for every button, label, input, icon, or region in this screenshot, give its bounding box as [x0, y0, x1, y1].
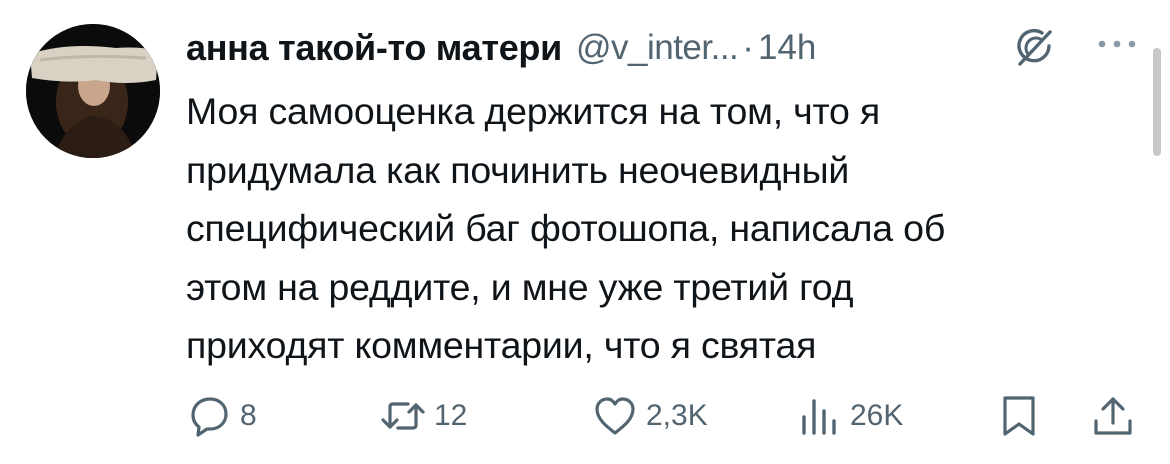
- bookmark-icon: [1003, 396, 1035, 436]
- avatar-image: [26, 24, 160, 158]
- like-count: 2,3K: [646, 399, 708, 432]
- scrollbar[interactable]: [1153, 48, 1161, 156]
- views-count: 26K: [850, 399, 904, 432]
- bookmark-button[interactable]: [996, 386, 1042, 446]
- tweet-text-line: Моя самооценка держится на том, что я: [186, 90, 881, 132]
- action-bar: 8 12 2,3K 26K: [0, 386, 1170, 446]
- tweet-text-line: специфический баг фотошопа, написала об: [186, 207, 946, 249]
- tweet-text-line: этом на реддите, и мне уже третий год: [186, 265, 854, 308]
- heart-icon: [595, 397, 635, 435]
- reply-count: 8: [240, 399, 257, 432]
- author-name[interactable]: анна такой-то матери: [186, 27, 562, 69]
- views-button[interactable]: 26K: [796, 386, 903, 446]
- tweet-text-line: приходят комментарии, что я святая: [186, 324, 817, 366]
- timestamp[interactable]: 14h: [758, 28, 816, 68]
- like-button[interactable]: 2,3K: [592, 386, 708, 446]
- reply-icon: [191, 397, 228, 437]
- share-button[interactable]: [1090, 386, 1136, 446]
- tweet-header: анна такой-то матери @v_inter... · 14h: [186, 24, 1086, 72]
- tweet-text: Моя самооценка держится на том, что я пр…: [186, 82, 1136, 375]
- separator-dot: ·: [742, 28, 754, 67]
- share-icon: [1094, 397, 1132, 435]
- grok-icon[interactable]: [1012, 24, 1058, 70]
- avatar[interactable]: [26, 24, 160, 158]
- retweet-count: 12: [434, 399, 468, 432]
- retweet-icon: [381, 402, 425, 430]
- more-dots-icon[interactable]: [1094, 24, 1140, 64]
- author-handle[interactable]: @v_inter...: [576, 28, 739, 68]
- reply-button[interactable]: 8: [186, 386, 257, 446]
- tweet-text-line: придумала как починить неочевидный: [186, 148, 850, 191]
- views-bar-chart-icon: [802, 399, 836, 435]
- retweet-button[interactable]: 12: [380, 386, 467, 446]
